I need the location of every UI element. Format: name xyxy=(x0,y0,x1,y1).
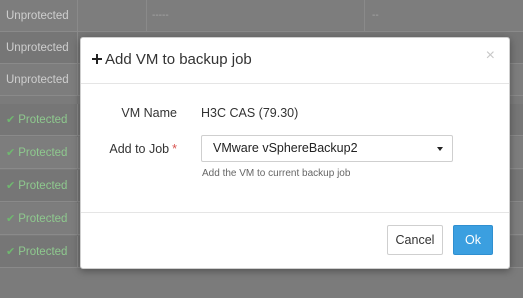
add-to-job-label: Add to Job * xyxy=(109,142,177,156)
dialog-title: Add VM to backup job xyxy=(105,51,252,68)
add-vm-dialog: Add VM to backup job × VM Name H3C CAS (… xyxy=(80,37,510,269)
dialog-footer: Cancel Ok xyxy=(81,212,509,268)
status-cell: ✔ Protected xyxy=(0,170,78,202)
plus-icon xyxy=(92,53,104,65)
cancel-button[interactable]: Cancel xyxy=(387,225,443,255)
status-cell: Unprotected xyxy=(0,32,78,64)
status-cell: ✔ Protected xyxy=(0,104,78,136)
table-row: Unprotected ----- -- xyxy=(0,0,523,32)
check-icon: ✔ xyxy=(6,213,16,225)
check-icon: ✔ xyxy=(6,180,16,192)
table-cell: -- xyxy=(372,10,379,21)
status-cell: ✔ Protected xyxy=(0,137,78,169)
status-cell: Unprotected xyxy=(0,0,78,32)
chevron-down-icon xyxy=(437,147,443,151)
required-marker: * xyxy=(172,142,177,156)
job-select[interactable]: VMware vSphereBackup2 xyxy=(201,135,453,162)
check-icon: ✔ xyxy=(6,114,16,126)
status-cell: ✔ Protected xyxy=(0,236,78,268)
column-divider xyxy=(146,0,147,32)
ok-button[interactable]: Ok xyxy=(453,225,493,255)
help-text: Add the VM to current backup job xyxy=(202,168,351,179)
dialog-header: Add VM to backup job × xyxy=(81,38,509,84)
vm-name-value: H3C CAS (79.30) xyxy=(201,106,299,120)
table-cell: ----- xyxy=(152,10,169,21)
close-icon[interactable]: × xyxy=(486,47,495,65)
status-cell: ✔ Protected xyxy=(0,203,78,235)
check-icon: ✔ xyxy=(6,246,16,258)
check-icon: ✔ xyxy=(6,147,16,159)
status-cell: Unprotected xyxy=(0,64,78,96)
vm-name-label: VM Name xyxy=(121,106,177,120)
column-divider xyxy=(364,0,365,32)
job-select-value: VMware vSphereBackup2 xyxy=(213,141,358,155)
